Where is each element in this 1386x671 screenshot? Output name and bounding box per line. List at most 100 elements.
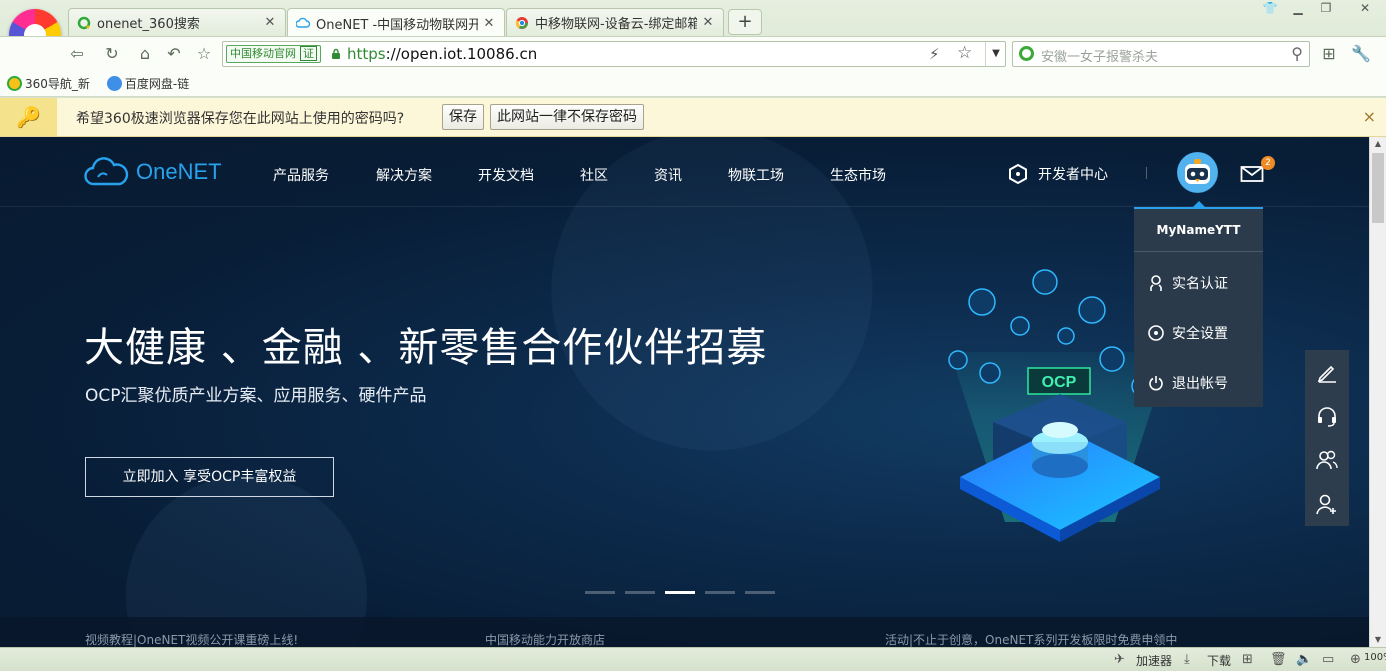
hexagon-icon (1009, 163, 1027, 185)
search-input[interactable]: 安徽一女子报警杀夫 ⚲ (1012, 41, 1310, 67)
robot-avatar-icon (1177, 152, 1218, 193)
password-save-bar: 🔑 希望360极速浏览器保存您在此网站上使用的密码吗? 保存 此网站一律不保存密… (0, 98, 1386, 137)
menu-security-settings[interactable]: 安全设置 (1148, 323, 1228, 343)
news-link[interactable]: 活动|不止于创意，OneNET系列开发板限时免费申领中 (885, 631, 1177, 647)
accelerator-link[interactable]: 加速器 (1136, 652, 1172, 669)
bookmark-label: 百度网盘-链 (124, 76, 190, 91)
carousel-dot[interactable] (705, 591, 735, 594)
user-dropdown-menu: MyNameYTT 实名认证 安全设置 退出帐号 (1134, 201, 1263, 407)
search-engine-icon (1019, 46, 1034, 61)
tab-onenet-search[interactable]: onenet_360搜索 ✕ (68, 8, 286, 36)
users-icon (1316, 450, 1338, 470)
menu-label: 退出帐号 (1172, 376, 1228, 392)
carousel-dot-active[interactable] (665, 591, 695, 594)
nav-products[interactable]: 产品服务 (273, 165, 329, 185)
news-link[interactable]: 中国移动能力开放商店 (485, 631, 605, 647)
tab-onenet[interactable]: OneNET -中国移动物联网开放 ✕ (287, 8, 505, 37)
address-bar[interactable]: 中国移动官网证 https://open.iot.10086.cn ⚡ ☆ ▼ (222, 41, 1006, 67)
bookmarks-bar: 360导航_新 百度网盘-链 (0, 70, 1386, 97)
status-bar: ✈ 加速器 ⤓ 下载 ⊞ 🗑 🔈 ▭ ⊕ 100% (0, 647, 1386, 671)
trash-icon[interactable]: 🗑 (1270, 652, 1287, 667)
nav-factory[interactable]: 物联工场 (728, 165, 784, 185)
back-icon[interactable]: ⇦ (66, 43, 88, 65)
home-icon[interactable]: ⌂ (134, 43, 156, 65)
carousel-dot[interactable] (585, 591, 615, 594)
pencil-icon (1317, 365, 1336, 383)
power-icon (1149, 376, 1163, 391)
key-icon: 🔑 (0, 98, 57, 136)
sound-icon[interactable]: 🔈 (1296, 652, 1312, 667)
shield-icon (1148, 325, 1164, 341)
zoom-level[interactable]: 100% (1364, 652, 1386, 663)
new-tab-button[interactable]: + (728, 9, 762, 35)
scroll-up-icon[interactable]: ▲ (1370, 137, 1386, 151)
restore-icon[interactable]: ❐ (1312, 0, 1340, 18)
onenet-logo[interactable]: OneNET (84, 157, 222, 187)
window-icon[interactable]: ▭ (1322, 652, 1334, 667)
nav-360-icon (7, 75, 22, 91)
tab-binding-email[interactable]: 中移物联网-设备云-绑定邮箱 - ✕ (506, 8, 724, 36)
nav-docs[interactable]: 开发文档 (478, 165, 534, 185)
scroll-thumb[interactable] (1372, 153, 1384, 223)
tools-icon[interactable]: 🔧 (1350, 43, 1372, 65)
bookmark-baidu-pan[interactable]: 百度网盘-链 (106, 75, 190, 92)
download-icon: ⤓ (1184, 652, 1190, 667)
avatar[interactable] (1177, 152, 1218, 193)
download-link[interactable]: 下载 (1207, 652, 1231, 669)
nav-solutions[interactable]: 解决方案 (376, 165, 432, 185)
skin-icon[interactable]: 👕 (1256, 0, 1284, 18)
extensions-icon[interactable]: ⊞ (1318, 43, 1340, 65)
favorite-icon[interactable]: ☆ (193, 43, 215, 65)
support-button[interactable] (1305, 394, 1349, 438)
zoom-icon[interactable]: ⊕ (1350, 652, 1361, 667)
carousel-indicators (585, 591, 775, 594)
divider (1146, 167, 1147, 179)
news-link[interactable]: 视频教程|OneNET视频公开课重磅上线! (85, 631, 298, 647)
menu-label: 安全设置 (1172, 326, 1228, 342)
search-engine-icon (77, 16, 91, 29)
url-text[interactable]: https://open.iot.10086.cn (347, 45, 537, 63)
refresh-icon[interactable]: ↻ (101, 43, 123, 65)
menu-logout[interactable]: 退出帐号 (1148, 373, 1228, 393)
undo-icon[interactable]: ↶ (163, 43, 185, 65)
vertical-scrollbar[interactable]: ▲ ▼ (1369, 137, 1386, 647)
add-user-button[interactable] (1305, 482, 1349, 526)
tab-label: 中移物联网-设备云-绑定邮箱 - (535, 17, 697, 32)
nav-market[interactable]: 生态市场 (830, 165, 886, 185)
save-password-button[interactable]: 保存 (442, 104, 484, 130)
bookmark-label: 360导航_新 (25, 76, 90, 91)
close-icon[interactable]: ✕ (701, 15, 715, 30)
feedback-button[interactable] (1305, 350, 1349, 394)
close-window-icon[interactable]: ✕ (1346, 0, 1384, 18)
search-placeholder: 安徽一女子报警杀夫 (1041, 50, 1159, 65)
minimize-icon[interactable]: ▁ (1284, 0, 1312, 18)
scroll-down-icon[interactable]: ▼ (1370, 633, 1386, 647)
community-button[interactable] (1305, 438, 1349, 482)
close-icon[interactable]: × (1363, 107, 1376, 126)
chrome-like-icon (515, 16, 528, 29)
join-ocp-button[interactable]: 立即加入 享受OCP丰富权益 (85, 457, 334, 497)
nav-community[interactable]: 社区 (580, 165, 608, 185)
chevron-down-icon[interactable]: ▼ (985, 42, 1006, 66)
bookmark-360-nav[interactable]: 360导航_新 (7, 75, 90, 92)
developer-center-label: 开发者中心 (1038, 167, 1108, 183)
mail-icon[interactable] (1240, 165, 1264, 183)
logo-text: OneNET (136, 159, 222, 184)
carousel-dot[interactable] (625, 591, 655, 594)
search-icon[interactable]: ⚲ (1291, 44, 1303, 63)
side-toolbar (1305, 350, 1349, 526)
menu-real-name-auth[interactable]: 实名认证 (1148, 273, 1228, 293)
screenshot-icon[interactable]: ⊞ (1242, 652, 1253, 667)
carousel-dot[interactable] (745, 591, 775, 594)
user-verify-icon (1150, 275, 1162, 291)
never-save-button[interactable]: 此网站一律不保存密码 (490, 104, 644, 130)
close-icon[interactable]: ✕ (482, 16, 496, 31)
badge-label: 中国移动官网 (230, 47, 296, 60)
menu-label: 实名认证 (1172, 276, 1228, 292)
bolt-icon[interactable]: ⚡ (929, 45, 940, 63)
developer-center-link[interactable]: 开发者中心 (1008, 163, 1108, 185)
bookmark-star-icon[interactable]: ☆ (957, 43, 972, 63)
ocp-label: OCP (1042, 374, 1077, 391)
nav-news[interactable]: 资讯 (654, 165, 682, 185)
close-icon[interactable]: ✕ (263, 15, 277, 30)
